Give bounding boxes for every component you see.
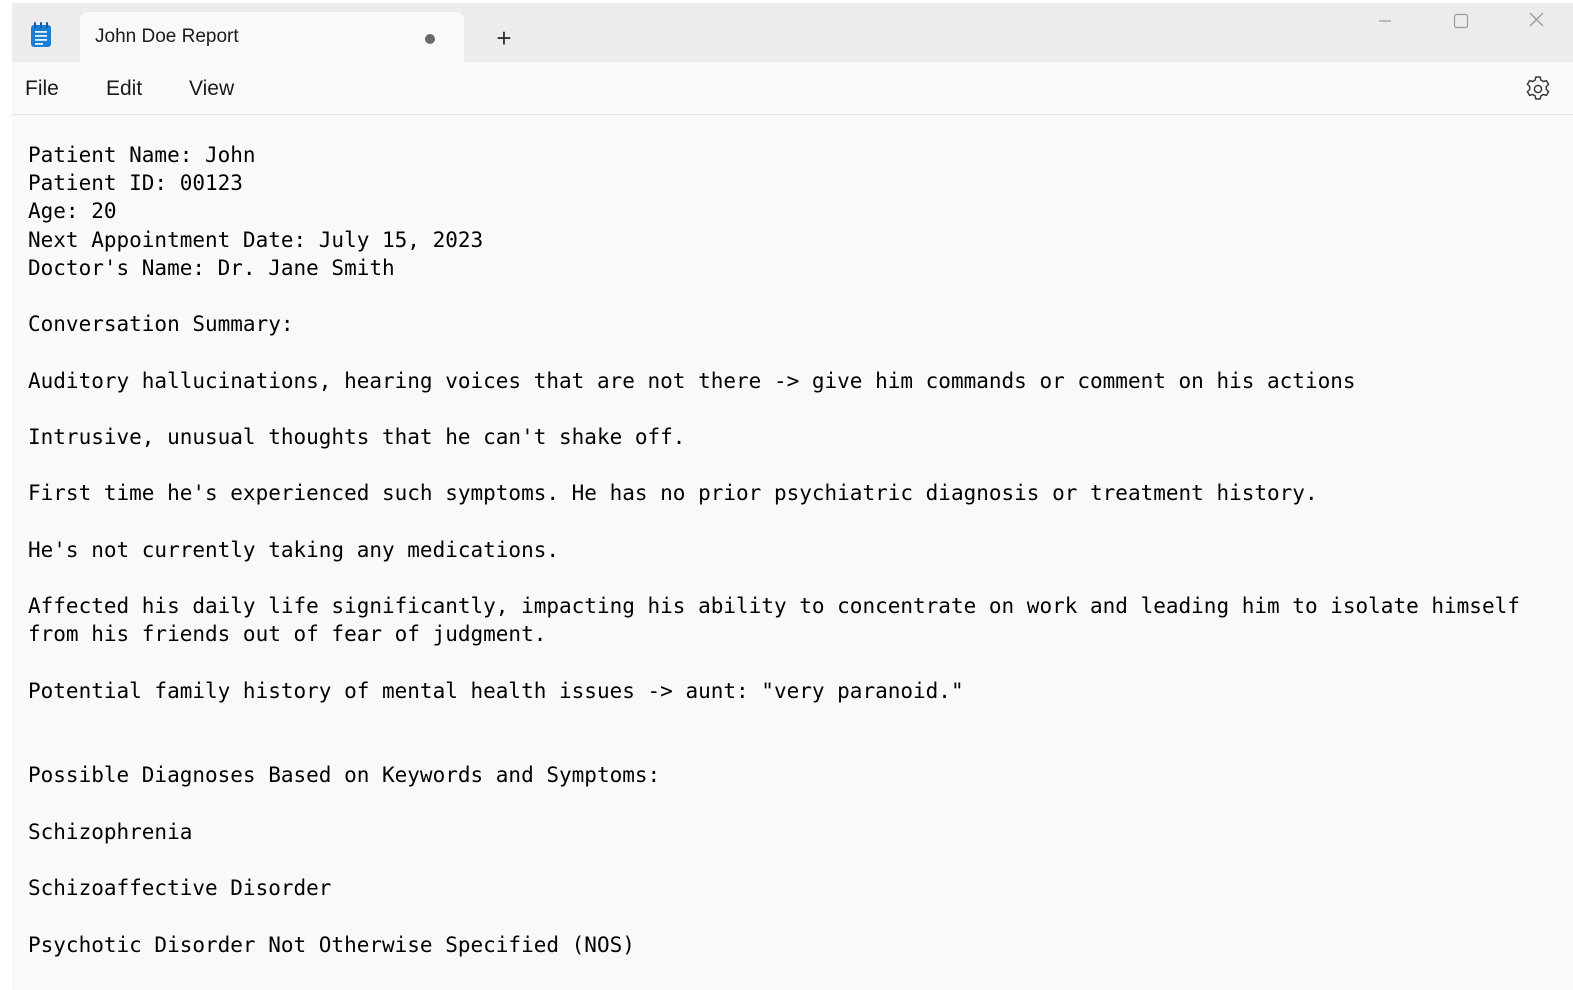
title-bar: John Doe Report + bbox=[12, 3, 1573, 63]
document-tab[interactable]: John Doe Report bbox=[80, 12, 464, 63]
menu-view[interactable]: View bbox=[189, 77, 234, 101]
new-tab-button[interactable]: + bbox=[486, 23, 522, 55]
minimize-icon[interactable] bbox=[1350, 3, 1420, 43]
menu-bar: File Edit View bbox=[12, 62, 1573, 115]
close-icon[interactable] bbox=[1501, 3, 1571, 43]
document-content[interactable]: Patient Name: John Patient ID: 00123 Age… bbox=[28, 141, 1568, 959]
tab-title: John Doe Report bbox=[95, 26, 239, 47]
notepad-icon bbox=[31, 22, 51, 47]
menu-edit[interactable]: Edit bbox=[106, 77, 142, 101]
unsaved-dot-icon[interactable] bbox=[425, 34, 435, 44]
gear-icon[interactable] bbox=[1523, 74, 1553, 104]
maximize-icon[interactable] bbox=[1425, 3, 1495, 43]
menu-file[interactable]: File bbox=[25, 77, 59, 101]
text-editor[interactable]: Patient Name: John Patient ID: 00123 Age… bbox=[12, 115, 1573, 990]
notepad-window: John Doe Report + File Edit View Patient… bbox=[12, 3, 1573, 990]
